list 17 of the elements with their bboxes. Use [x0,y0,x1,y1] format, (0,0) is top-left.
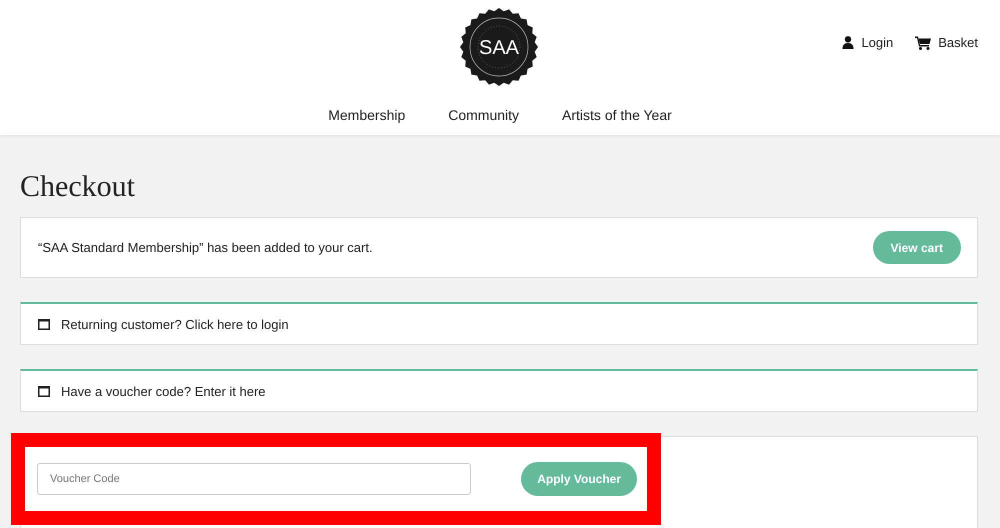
info-link[interactable]: Click here to login [185,316,289,332]
logo[interactable]: SAA [460,8,538,86]
basket-link[interactable]: Basket [915,35,978,50]
window-icon [38,318,50,330]
nav-link[interactable]: Community [448,107,520,123]
voucher-input[interactable]: Voucher Code [37,463,471,495]
login-link[interactable]: Login [842,35,894,50]
info-message: Returning customer? Click here to login [61,316,289,332]
nav-link[interactable]: Membership [328,107,406,123]
window-icon [38,386,50,396]
page-title: Checkout [20,169,136,205]
info-message: Have a voucher code? Enter it here [61,384,266,398]
notice-message: “SAA Standard Membership” has been added to your cart. [38,240,373,255]
cart-icon [915,36,932,50]
nav-link[interactable]: Artists of the Year [562,107,672,123]
user-icon [842,36,854,49]
info-link[interactable]: Enter it here [194,384,266,398]
